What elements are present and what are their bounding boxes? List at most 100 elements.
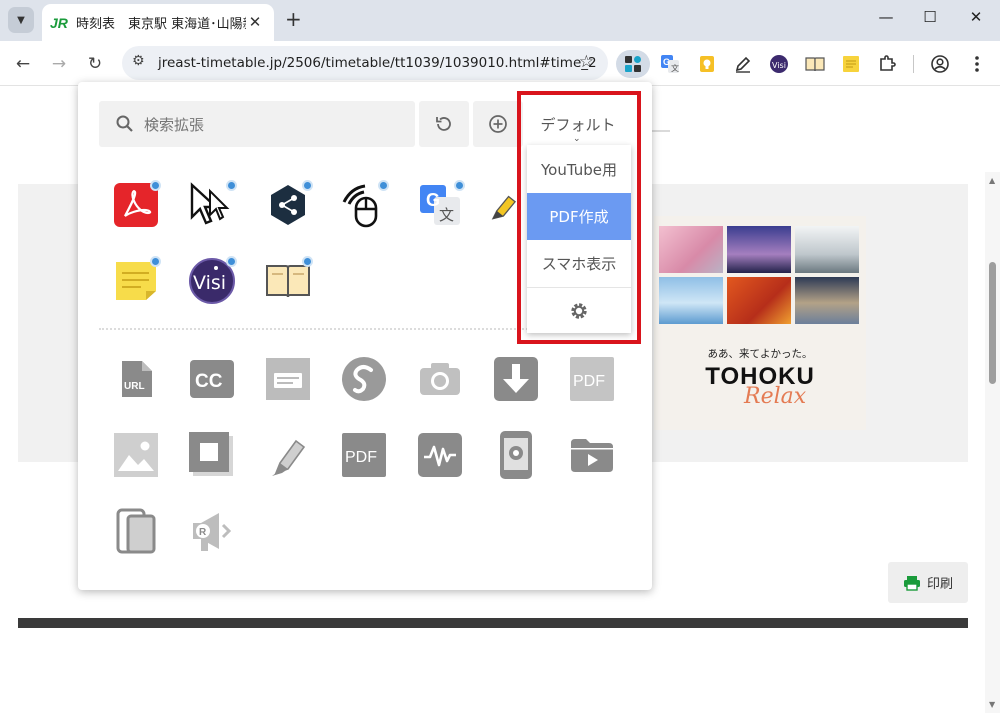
- tab-search-button[interactable]: ▼: [8, 7, 34, 33]
- svg-text:G: G: [663, 57, 670, 67]
- arrow-left-icon: ←: [15, 54, 31, 74]
- share-icon[interactable]: [263, 180, 313, 230]
- scroll-thumb[interactable]: [989, 262, 996, 384]
- pdf-icon[interactable]: PDF: [567, 354, 617, 404]
- svg-text:CC: CC: [195, 371, 223, 392]
- svg-text:G: G: [426, 190, 440, 210]
- reader-icon[interactable]: [800, 50, 830, 78]
- print-label: 印刷: [926, 577, 953, 592]
- cursor-icon[interactable]: [187, 180, 237, 230]
- url-text[interactable]: jreast-timetable.jp/2506/timetable/tt103…: [158, 55, 597, 71]
- pin-indicator-icon: [302, 180, 313, 191]
- svg-text:文: 文: [671, 63, 679, 73]
- ad-photo-coast: [659, 277, 723, 324]
- puzzle-icon[interactable]: [872, 50, 902, 78]
- print-button[interactable]: 印刷: [888, 562, 968, 603]
- tab-close-icon[interactable]: ✕: [246, 13, 264, 31]
- pen-icon[interactable]: [728, 50, 758, 78]
- closed-caption-icon[interactable]: CC: [187, 354, 237, 404]
- undo-button[interactable]: [419, 101, 469, 147]
- profile-icon[interactable]: [925, 50, 955, 78]
- svg-text:Visi: Visi: [193, 272, 226, 294]
- phone-mirror-icon[interactable]: [491, 430, 541, 480]
- annotation-highlight-box: [517, 91, 641, 344]
- extensions-manager-icon[interactable]: [616, 50, 650, 78]
- minimize-button[interactable]: —: [871, 8, 901, 26]
- svg-text:Visi: Visi: [772, 61, 786, 70]
- pdf-converter-icon[interactable]: PDF: [339, 430, 389, 480]
- folder-video-icon[interactable]: [567, 430, 617, 480]
- scroll-down-icon[interactable]: ▼: [989, 700, 995, 709]
- google-translate-icon[interactable]: G文: [655, 50, 685, 78]
- svg-text:R: R: [199, 527, 207, 538]
- subtitle-icon[interactable]: [263, 354, 313, 404]
- ad-photo-lake: [727, 226, 791, 273]
- forward-button[interactable]: →: [46, 51, 72, 77]
- tab-active[interactable]: JR 時刻表 東京駅 東海道･山陽新 ✕: [42, 4, 274, 41]
- visi-icon[interactable]: Visi: [764, 50, 794, 78]
- reader-icon[interactable]: [263, 256, 313, 306]
- jr-favicon-icon: JR: [50, 14, 68, 31]
- keep-icon[interactable]: [692, 50, 722, 78]
- google-translate-icon[interactable]: G文: [415, 180, 465, 230]
- tab-strip: ▼ JR 時刻表 東京駅 東海道･山陽新 ✕ + — ☐ ✕: [0, 0, 1000, 41]
- sticky-note-icon[interactable]: [111, 256, 161, 306]
- read-aloud-icon[interactable]: R: [187, 506, 237, 556]
- new-tab-button[interactable]: +: [285, 9, 302, 29]
- bookmark-star-icon[interactable]: ☆: [579, 52, 594, 72]
- ad-photo-snow: [795, 226, 859, 273]
- devices-icon[interactable]: [111, 506, 161, 556]
- screenshot-logo-icon[interactable]: [339, 354, 389, 404]
- marker-icon[interactable]: [263, 430, 313, 480]
- pin-indicator-icon: [378, 180, 389, 191]
- scroll-up-icon[interactable]: ▲: [989, 176, 995, 185]
- back-button[interactable]: ←: [10, 51, 36, 77]
- add-circle-icon: [489, 115, 507, 133]
- pin-indicator-icon: [150, 256, 161, 267]
- printer-icon: [903, 575, 920, 591]
- highlighter-icon[interactable]: [489, 180, 519, 230]
- undo-icon: [436, 117, 451, 131]
- mouse-gesture-icon[interactable]: [339, 180, 389, 230]
- ad-photo-town: [795, 277, 859, 324]
- svg-text:PDF: PDF: [345, 449, 377, 466]
- reload-button[interactable]: ↻: [82, 51, 108, 77]
- svg-text:URL: URL: [124, 381, 145, 392]
- search-icon: [116, 115, 133, 132]
- arrow-right-icon: →: [51, 54, 67, 74]
- reload-icon: ↻: [87, 54, 103, 74]
- pin-indicator-icon: [226, 256, 237, 267]
- close-window-button[interactable]: ✕: [961, 8, 991, 26]
- tohoku-ad-banner[interactable]: ああ、来てよかった。 TOHOKU Relax: [654, 216, 866, 430]
- ad-photo-cherry: [659, 226, 723, 273]
- url-shortener-icon[interactable]: URL: [111, 354, 161, 404]
- sticky-note-icon[interactable]: [836, 50, 866, 78]
- svg-text:PDF: PDF: [573, 373, 605, 390]
- visi-icon[interactable]: Visi: [187, 256, 237, 306]
- image-icon[interactable]: [111, 430, 161, 480]
- scrollbar[interactable]: ▲ ▼: [985, 172, 1000, 713]
- pin-indicator-icon: [454, 180, 465, 191]
- add-profile-button[interactable]: [473, 101, 523, 147]
- pin-indicator-icon: [226, 180, 237, 191]
- chevron-down-icon: ▼: [17, 14, 25, 26]
- maximize-button[interactable]: ☐: [915, 8, 945, 26]
- svg-text:文: 文: [439, 206, 454, 224]
- pin-indicator-icon: [150, 180, 161, 191]
- download-icon[interactable]: [491, 354, 541, 404]
- address-bar[interactable]: ⚙ jreast-timetable.jp/2506/timetable/tt1…: [122, 46, 608, 80]
- frame-icon[interactable]: [187, 430, 237, 480]
- browser-toolbar: ← → ↻ ⚙ jreast-timetable.jp/2506/timetab…: [0, 41, 1000, 86]
- toolbar-separator: [913, 55, 914, 73]
- camera-icon[interactable]: [415, 354, 465, 404]
- site-info-icon[interactable]: ⚙: [132, 53, 145, 69]
- ad-tagline: ああ、来てよかった。: [707, 348, 813, 360]
- pin-indicator-icon: [302, 256, 313, 267]
- ad-photo-autumn: [727, 277, 791, 324]
- audio-wave-icon[interactable]: [415, 430, 465, 480]
- more-icon[interactable]: [962, 50, 992, 78]
- adobe-acrobat-icon[interactable]: [111, 180, 161, 230]
- search-placeholder: 検索拡張: [144, 116, 205, 134]
- ad-script: Relax: [744, 384, 807, 409]
- search-input[interactable]: 検索拡張: [99, 101, 415, 147]
